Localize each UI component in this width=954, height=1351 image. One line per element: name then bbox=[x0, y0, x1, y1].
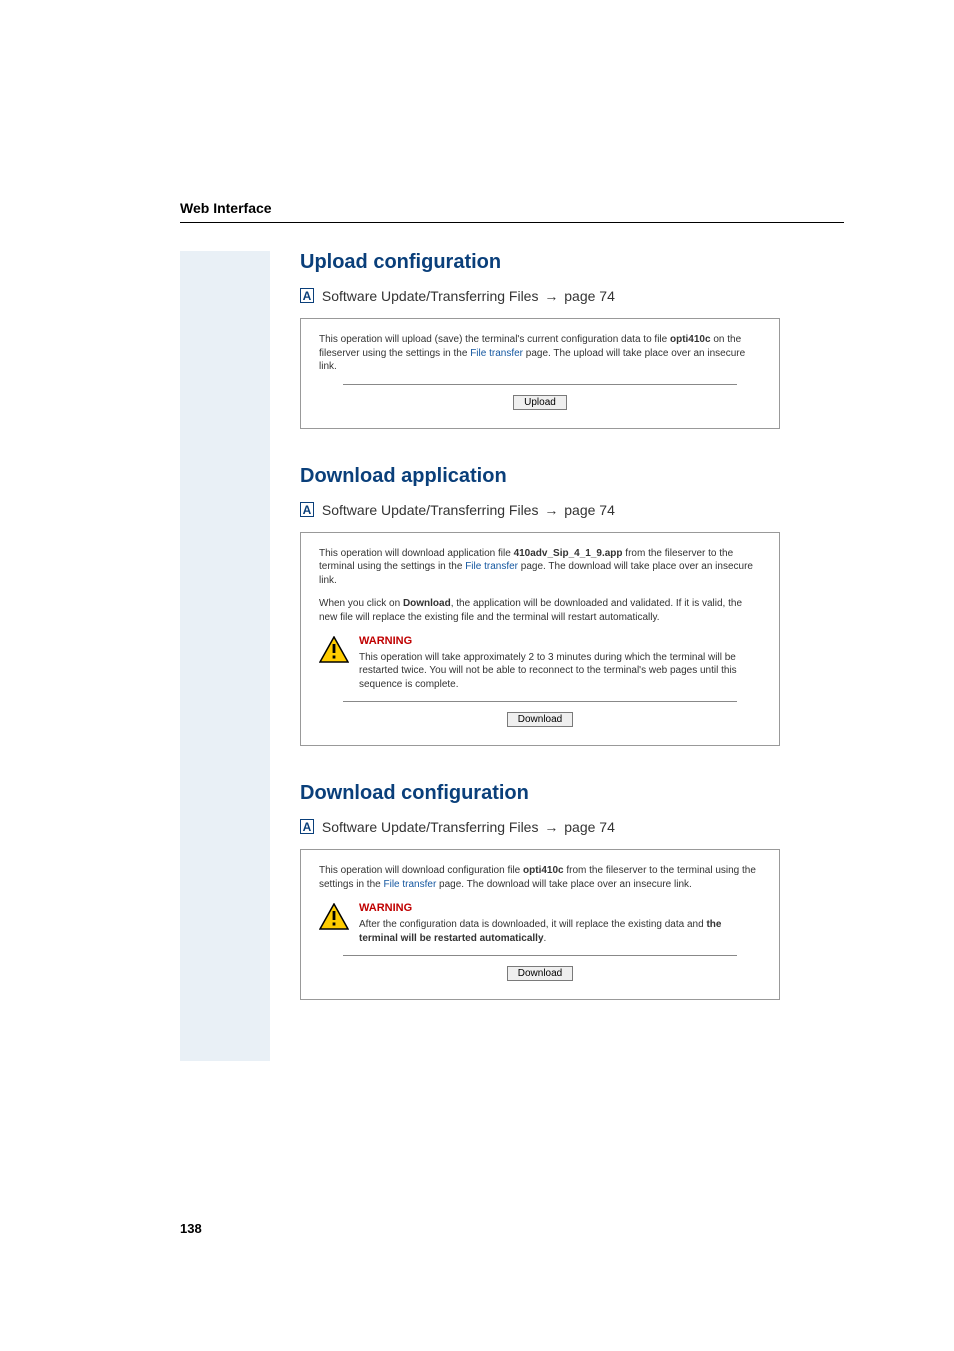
dlcfg-p1-c: page. The download will take place over … bbox=[436, 879, 692, 890]
download-app-reference: A Software Update/Transferring Files → p… bbox=[300, 502, 780, 518]
warning-title: WARNING bbox=[359, 634, 761, 649]
download-cfg-reference: A Software Update/Transferring Files → p… bbox=[300, 819, 780, 835]
arrow-icon: → bbox=[544, 819, 558, 835]
download-cfg-title: Download configuration bbox=[300, 782, 780, 805]
download-app-panel: This operation will download application… bbox=[300, 532, 780, 747]
dlcfg-filename: opti410c bbox=[523, 865, 564, 876]
upload-button[interactable]: Upload bbox=[513, 395, 567, 410]
download-cfg-panel: This operation will download configurati… bbox=[300, 849, 780, 1000]
left-accent-bar bbox=[180, 251, 270, 1061]
download-app-desc2: When you click on Download, the applicat… bbox=[319, 597, 761, 624]
download-cfg-warning: WARNING After the configuration data is … bbox=[319, 901, 761, 945]
reference-text: Software Update/Transferring Files bbox=[322, 819, 539, 835]
warning-title: WARNING bbox=[359, 901, 761, 916]
reference-letter-box: A bbox=[300, 502, 314, 517]
dlcfg-p1-a: This operation will download configurati… bbox=[319, 865, 523, 876]
dlcfg-warn-b: . bbox=[544, 933, 547, 944]
reference-text: Software Update/Transferring Files bbox=[322, 502, 539, 518]
panel-divider bbox=[343, 384, 737, 385]
dlapp-download-word: Download bbox=[403, 598, 451, 609]
reference-letter-box: A bbox=[300, 819, 314, 834]
panel-divider bbox=[343, 701, 737, 702]
reference-page: page 74 bbox=[564, 819, 615, 835]
warning-body: WARNING This operation will take approxi… bbox=[359, 634, 761, 691]
download-cfg-button[interactable]: Download bbox=[507, 966, 573, 981]
warning-icon bbox=[319, 903, 349, 945]
file-transfer-link[interactable]: File transfer bbox=[383, 879, 436, 890]
warning-body: WARNING After the configuration data is … bbox=[359, 901, 761, 945]
warning-text: This operation will take approximately 2… bbox=[359, 651, 761, 692]
arrow-icon: → bbox=[544, 288, 558, 304]
dlapp-p1-a: This operation will download application… bbox=[319, 548, 514, 559]
reference-text: Software Update/Transferring Files bbox=[322, 288, 539, 304]
reference-page: page 74 bbox=[564, 288, 615, 304]
upload-title: Upload configuration bbox=[300, 251, 780, 274]
upload-desc-a: This operation will upload (save) the te… bbox=[319, 334, 670, 345]
page-number: 138 bbox=[180, 1221, 202, 1236]
panel-divider bbox=[343, 955, 737, 956]
dlapp-p2-a: When you click on bbox=[319, 598, 403, 609]
section-download-app: Download application A Software Update/T… bbox=[300, 465, 780, 747]
upload-panel: This operation will upload (save) the te… bbox=[300, 318, 780, 429]
download-app-warning: WARNING This operation will take approxi… bbox=[319, 634, 761, 691]
running-header: Web Interface bbox=[180, 200, 844, 216]
warning-icon bbox=[319, 636, 349, 691]
download-cfg-desc: This operation will download configurati… bbox=[319, 864, 761, 891]
arrow-icon: → bbox=[544, 502, 558, 518]
reference-page: page 74 bbox=[564, 502, 615, 518]
file-transfer-link[interactable]: File transfer bbox=[465, 561, 518, 572]
download-app-title: Download application bbox=[300, 465, 780, 488]
header-rule bbox=[180, 222, 844, 223]
section-upload: Upload configuration A Software Update/T… bbox=[300, 251, 780, 429]
upload-reference: A Software Update/Transferring Files → p… bbox=[300, 288, 780, 304]
upload-filename: opti410c bbox=[670, 334, 711, 345]
upload-description: This operation will upload (save) the te… bbox=[319, 333, 761, 374]
file-transfer-link[interactable]: File transfer bbox=[470, 348, 523, 359]
dlcfg-warn-a: After the configuration data is download… bbox=[359, 919, 706, 930]
download-app-desc1: This operation will download application… bbox=[319, 547, 761, 588]
reference-letter-box: A bbox=[300, 288, 314, 303]
dlapp-filename: 410adv_Sip_4_1_9.app bbox=[514, 548, 623, 559]
download-app-button[interactable]: Download bbox=[507, 712, 573, 727]
warning-text: After the configuration data is download… bbox=[359, 918, 761, 945]
section-download-cfg: Download configuration A Software Update… bbox=[300, 782, 780, 1000]
